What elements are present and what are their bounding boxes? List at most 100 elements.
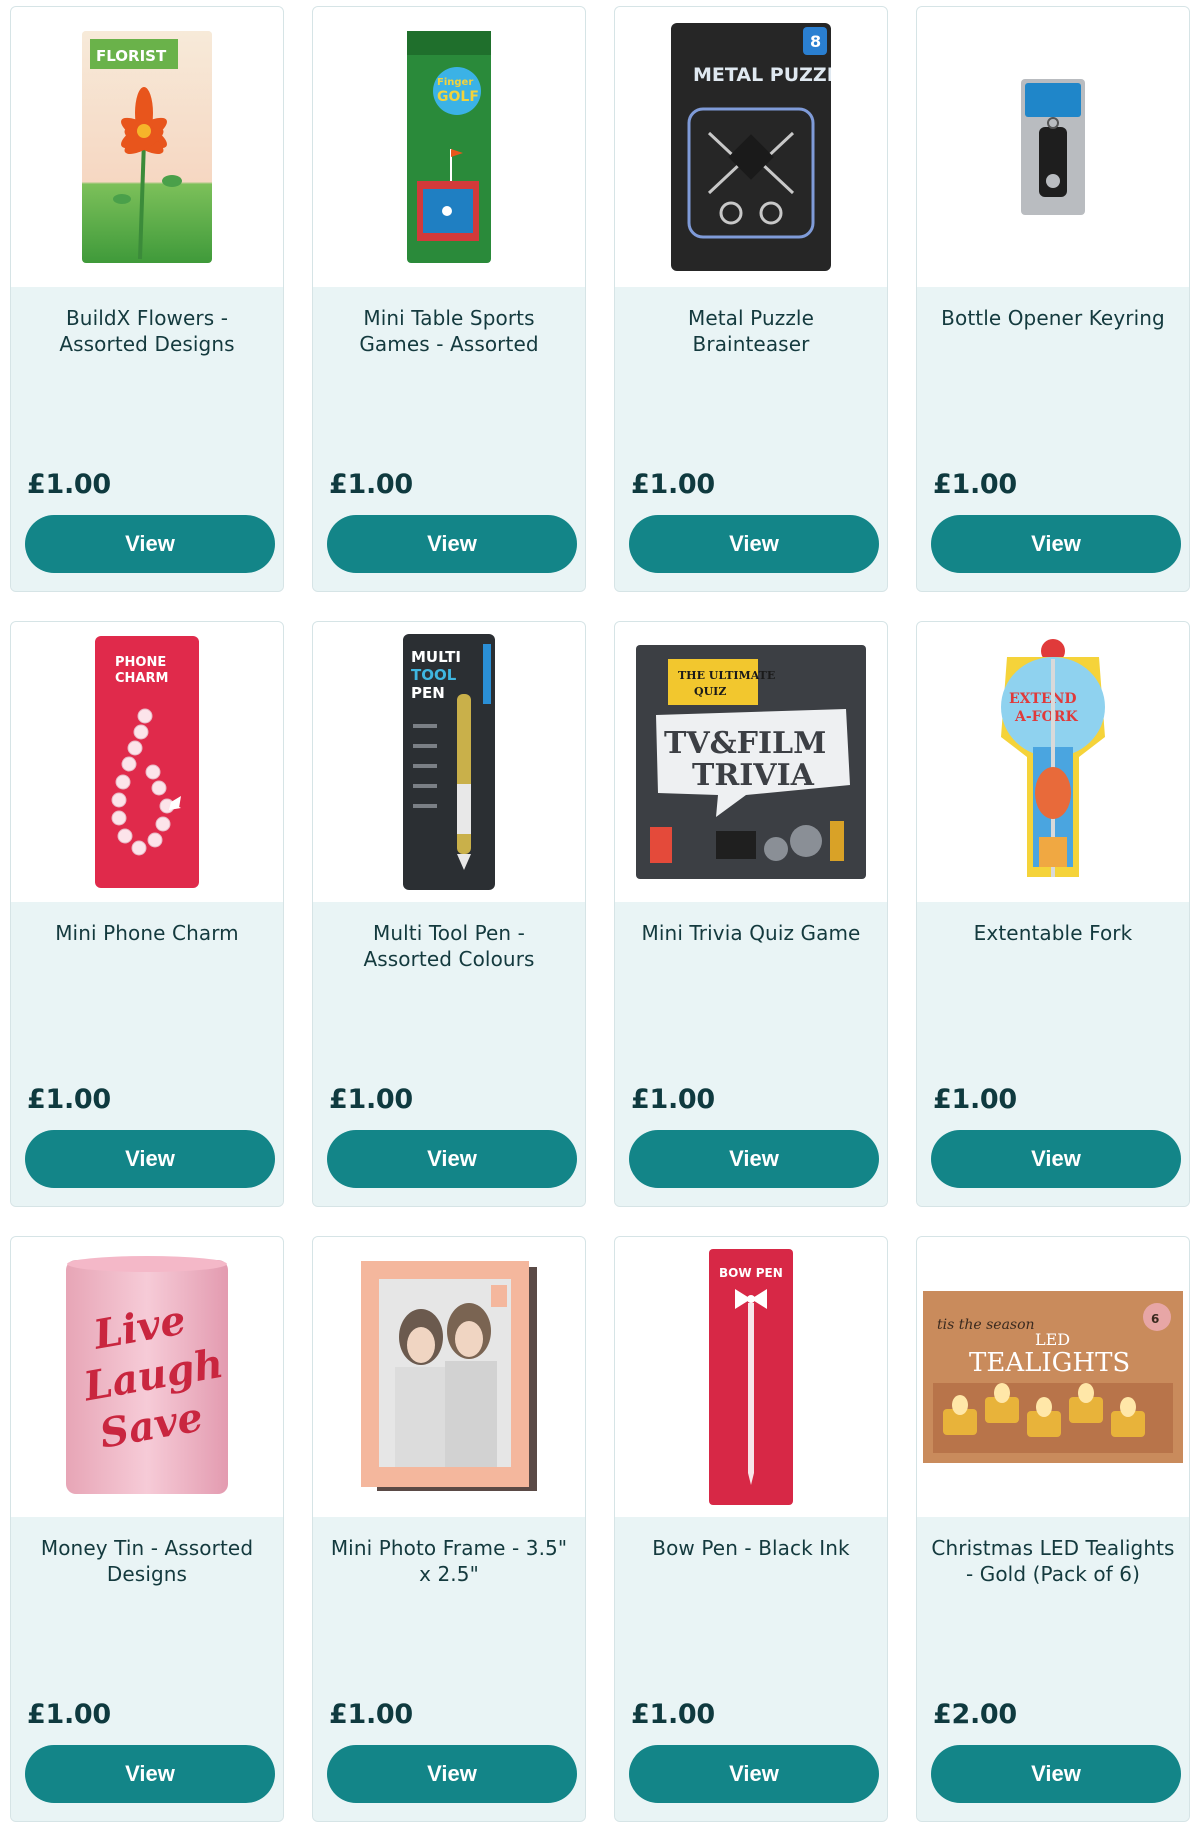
view-button[interactable]: View [327, 1745, 577, 1803]
view-button[interactable]: View [327, 515, 577, 573]
product-price: £1.00 [27, 1699, 111, 1730]
view-button[interactable]: View [327, 1130, 577, 1188]
product-image[interactable]: EXTEND A-FORK [917, 622, 1189, 902]
product-card[interactable]: Bottle Opener Keyring £1.00 View [916, 6, 1190, 592]
led-tealights-image: tis the season 6 LED TEALIGHTS [923, 1291, 1183, 1463]
product-title[interactable]: Bottle Opener Keyring [931, 305, 1175, 331]
product-image[interactable]: PHONE CHARM [11, 622, 283, 902]
product-title[interactable]: Mini Phone Charm [25, 920, 269, 946]
product-price: £1.00 [933, 1084, 1017, 1115]
product-title[interactable]: Money Tin - Assorted Designs [25, 1535, 269, 1587]
product-price: £2.00 [933, 1699, 1017, 1730]
svg-text:CHARM: CHARM [115, 671, 168, 686]
product-card[interactable]: 8 METAL PUZZLE Metal Puzzle Brainteaser … [614, 6, 888, 592]
finger-golf-image: Finger GOLF [407, 31, 491, 263]
svg-text:PHONE: PHONE [115, 655, 166, 670]
product-image[interactable]: Live Laugh Save [11, 1237, 283, 1517]
metal-puzzle-image: 8 METAL PUZZLE [671, 23, 831, 271]
product-info: Multi Tool Pen - Assorted Colours £1.00 … [313, 902, 585, 1206]
product-title[interactable]: Extentable Fork [931, 920, 1175, 946]
svg-text:MULTI: MULTI [411, 648, 461, 666]
svg-text:TV&FILM: TV&FILM [664, 726, 826, 761]
bow-pen-image: BOW PEN [709, 1249, 793, 1505]
product-price: £1.00 [631, 1084, 715, 1115]
view-button[interactable]: View [25, 1130, 275, 1188]
product-card[interactable]: Mini Photo Frame - 3.5" x 2.5" £1.00 Vie… [312, 1236, 586, 1822]
svg-text:TOOL: TOOL [411, 666, 457, 684]
svg-text:GOLF: GOLF [437, 89, 479, 105]
product-image[interactable] [917, 7, 1189, 287]
view-button[interactable]: View [931, 515, 1181, 573]
money-tin-image: Live Laugh Save [66, 1256, 228, 1494]
product-price: £1.00 [329, 1084, 413, 1115]
svg-text:BOW PEN: BOW PEN [719, 1266, 783, 1280]
product-image[interactable]: tis the season 6 LED TEALIGHTS [917, 1237, 1189, 1517]
product-title[interactable]: Metal Puzzle Brainteaser [629, 305, 873, 357]
product-grid: FLORIST BuildX Flowers - Assorted Design… [10, 6, 1192, 1822]
product-image[interactable]: FLORIST [11, 7, 283, 287]
product-card[interactable]: Live Laugh Save Money Tin - Assorted Des… [10, 1236, 284, 1822]
product-card[interactable]: tis the season 6 LED TEALIGHTS Christmas… [916, 1236, 1190, 1822]
svg-text:FLORIST: FLORIST [96, 47, 167, 65]
product-card[interactable]: Finger GOLF Mini Table Sports Games - As… [312, 6, 586, 592]
product-card[interactable]: EXTEND A-FORK Extentable Fork £1.00 View [916, 621, 1190, 1207]
florist-kit-image: FLORIST [82, 31, 212, 263]
svg-text:METAL PUZZLE: METAL PUZZLE [693, 64, 831, 86]
product-image[interactable]: BOW PEN [615, 1237, 887, 1517]
product-title[interactable]: Mini Trivia Quiz Game [629, 920, 873, 946]
view-button[interactable]: View [931, 1745, 1181, 1803]
view-button[interactable]: View [25, 515, 275, 573]
view-button[interactable]: View [25, 1745, 275, 1803]
view-button[interactable]: View [931, 1130, 1181, 1188]
trivia-game-image: THE ULTIMATE QUIZ TV&FILM TRIVIA [636, 645, 866, 879]
phone-charm-image: PHONE CHARM [95, 636, 199, 888]
svg-text:LED: LED [1035, 1330, 1070, 1349]
product-info: Christmas LED Tealights - Gold (Pack of … [917, 1517, 1189, 1821]
product-image[interactable]: 8 METAL PUZZLE [615, 7, 887, 287]
product-info: Metal Puzzle Brainteaser £1.00 View [615, 287, 887, 591]
product-title[interactable]: Christmas LED Tealights - Gold (Pack of … [931, 1535, 1175, 1587]
product-price: £1.00 [631, 469, 715, 500]
product-price: £1.00 [27, 1084, 111, 1115]
svg-text:A-FORK: A-FORK [1014, 709, 1078, 725]
view-button[interactable]: View [629, 1130, 879, 1188]
svg-text:tis the season: tis the season [937, 1317, 1035, 1333]
product-info: Mini Trivia Quiz Game £1.00 View [615, 902, 887, 1206]
product-info: Bow Pen - Black Ink £1.00 View [615, 1517, 887, 1821]
multi-tool-pen-image: MULTI TOOL PEN [403, 634, 495, 890]
product-image[interactable]: THE ULTIMATE QUIZ TV&FILM TRIVIA [615, 622, 887, 902]
product-title[interactable]: Bow Pen - Black Ink [629, 1535, 873, 1561]
product-title[interactable]: Mini Table Sports Games - Assorted [327, 305, 571, 357]
svg-text:TEALIGHTS: TEALIGHTS [969, 1348, 1130, 1378]
product-price: £1.00 [631, 1699, 715, 1730]
product-price: £1.00 [329, 1699, 413, 1730]
product-info: Mini Phone Charm £1.00 View [11, 902, 283, 1206]
product-card[interactable]: THE ULTIMATE QUIZ TV&FILM TRIVIA Mini Tr… [614, 621, 888, 1207]
product-info: Extentable Fork £1.00 View [917, 902, 1189, 1206]
product-card[interactable]: PHONE CHARM Mini Phone Charm £1.00 View [10, 621, 284, 1207]
product-title[interactable]: Mini Photo Frame - 3.5" x 2.5" [327, 1535, 571, 1587]
product-card[interactable]: MULTI TOOL PEN Multi Tool Pen - Assorted… [312, 621, 586, 1207]
bottle-opener-image [1021, 79, 1085, 215]
svg-text:QUIZ: QUIZ [694, 685, 726, 698]
svg-text:8: 8 [810, 32, 821, 51]
product-price: £1.00 [27, 469, 111, 500]
view-button[interactable]: View [629, 1745, 879, 1803]
product-price: £1.00 [329, 469, 413, 500]
view-button[interactable]: View [629, 515, 879, 573]
photo-frame-image [361, 1261, 537, 1491]
product-image[interactable]: MULTI TOOL PEN [313, 622, 585, 902]
product-card[interactable]: BOW PEN Bow Pen - Black Ink £1.00 View [614, 1236, 888, 1822]
svg-text:PEN: PEN [411, 684, 445, 702]
product-info: Bottle Opener Keyring £1.00 View [917, 287, 1189, 591]
svg-text:6: 6 [1151, 1312, 1159, 1326]
product-info: Mini Photo Frame - 3.5" x 2.5" £1.00 Vie… [313, 1517, 585, 1821]
product-image[interactable]: Finger GOLF [313, 7, 585, 287]
product-title[interactable]: Multi Tool Pen - Assorted Colours [327, 920, 571, 972]
product-image[interactable] [313, 1237, 585, 1517]
product-title[interactable]: BuildX Flowers - Assorted Designs [25, 305, 269, 357]
extendable-fork-image: EXTEND A-FORK [1001, 639, 1105, 877]
product-card[interactable]: FLORIST BuildX Flowers - Assorted Design… [10, 6, 284, 592]
svg-text:THE ULTIMATE: THE ULTIMATE [678, 669, 775, 682]
svg-text:EXTEND: EXTEND [1009, 691, 1077, 707]
